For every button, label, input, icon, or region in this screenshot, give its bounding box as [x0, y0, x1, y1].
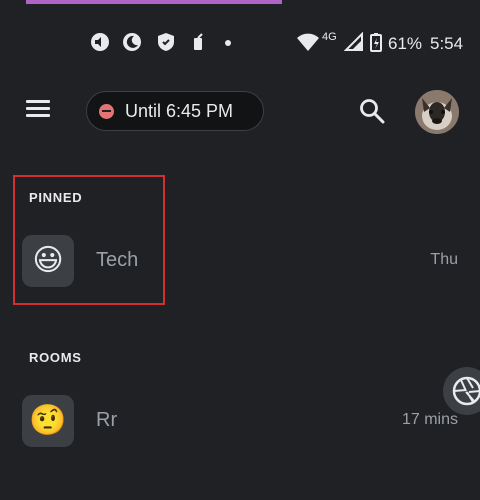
room-name: Rr [96, 409, 118, 431]
rooms-section-label: ROOMS [29, 350, 82, 365]
highlight-box [13, 175, 165, 305]
last-activity-time: Thu [430, 251, 458, 268]
aperture-icon [452, 376, 480, 406]
do-not-disturb-chip[interactable]: Until 6:45 PM [86, 91, 264, 131]
notification-icon [194, 33, 203, 50]
dnd-icon [99, 104, 114, 119]
shield-icon [158, 33, 174, 51]
room-emoji-icon: 🤨 [22, 395, 74, 447]
clock: 5:54 [430, 34, 464, 53]
profile-avatar[interactable] [415, 90, 459, 134]
volume-icon [91, 33, 109, 51]
room-row[interactable]: 🤨 Rr 17 mins [0, 391, 480, 451]
status-bar: 4G 61% 5:54 [0, 28, 480, 58]
more-notifications-dot [225, 40, 231, 46]
search-icon[interactable] [358, 97, 386, 125]
hamburger-menu-icon[interactable] [24, 98, 52, 122]
dnd-status-text: Until 6:45 PM [125, 101, 234, 121]
camera-shutter-button[interactable] [443, 367, 480, 415]
battery-percent: 61% [388, 34, 423, 53]
signal-icon [344, 32, 363, 51]
moon-icon [123, 33, 141, 51]
battery-icon [370, 33, 382, 52]
network-type: 4G [322, 31, 337, 43]
top-accent-strip [26, 0, 282, 4]
wifi-icon [297, 33, 319, 51]
